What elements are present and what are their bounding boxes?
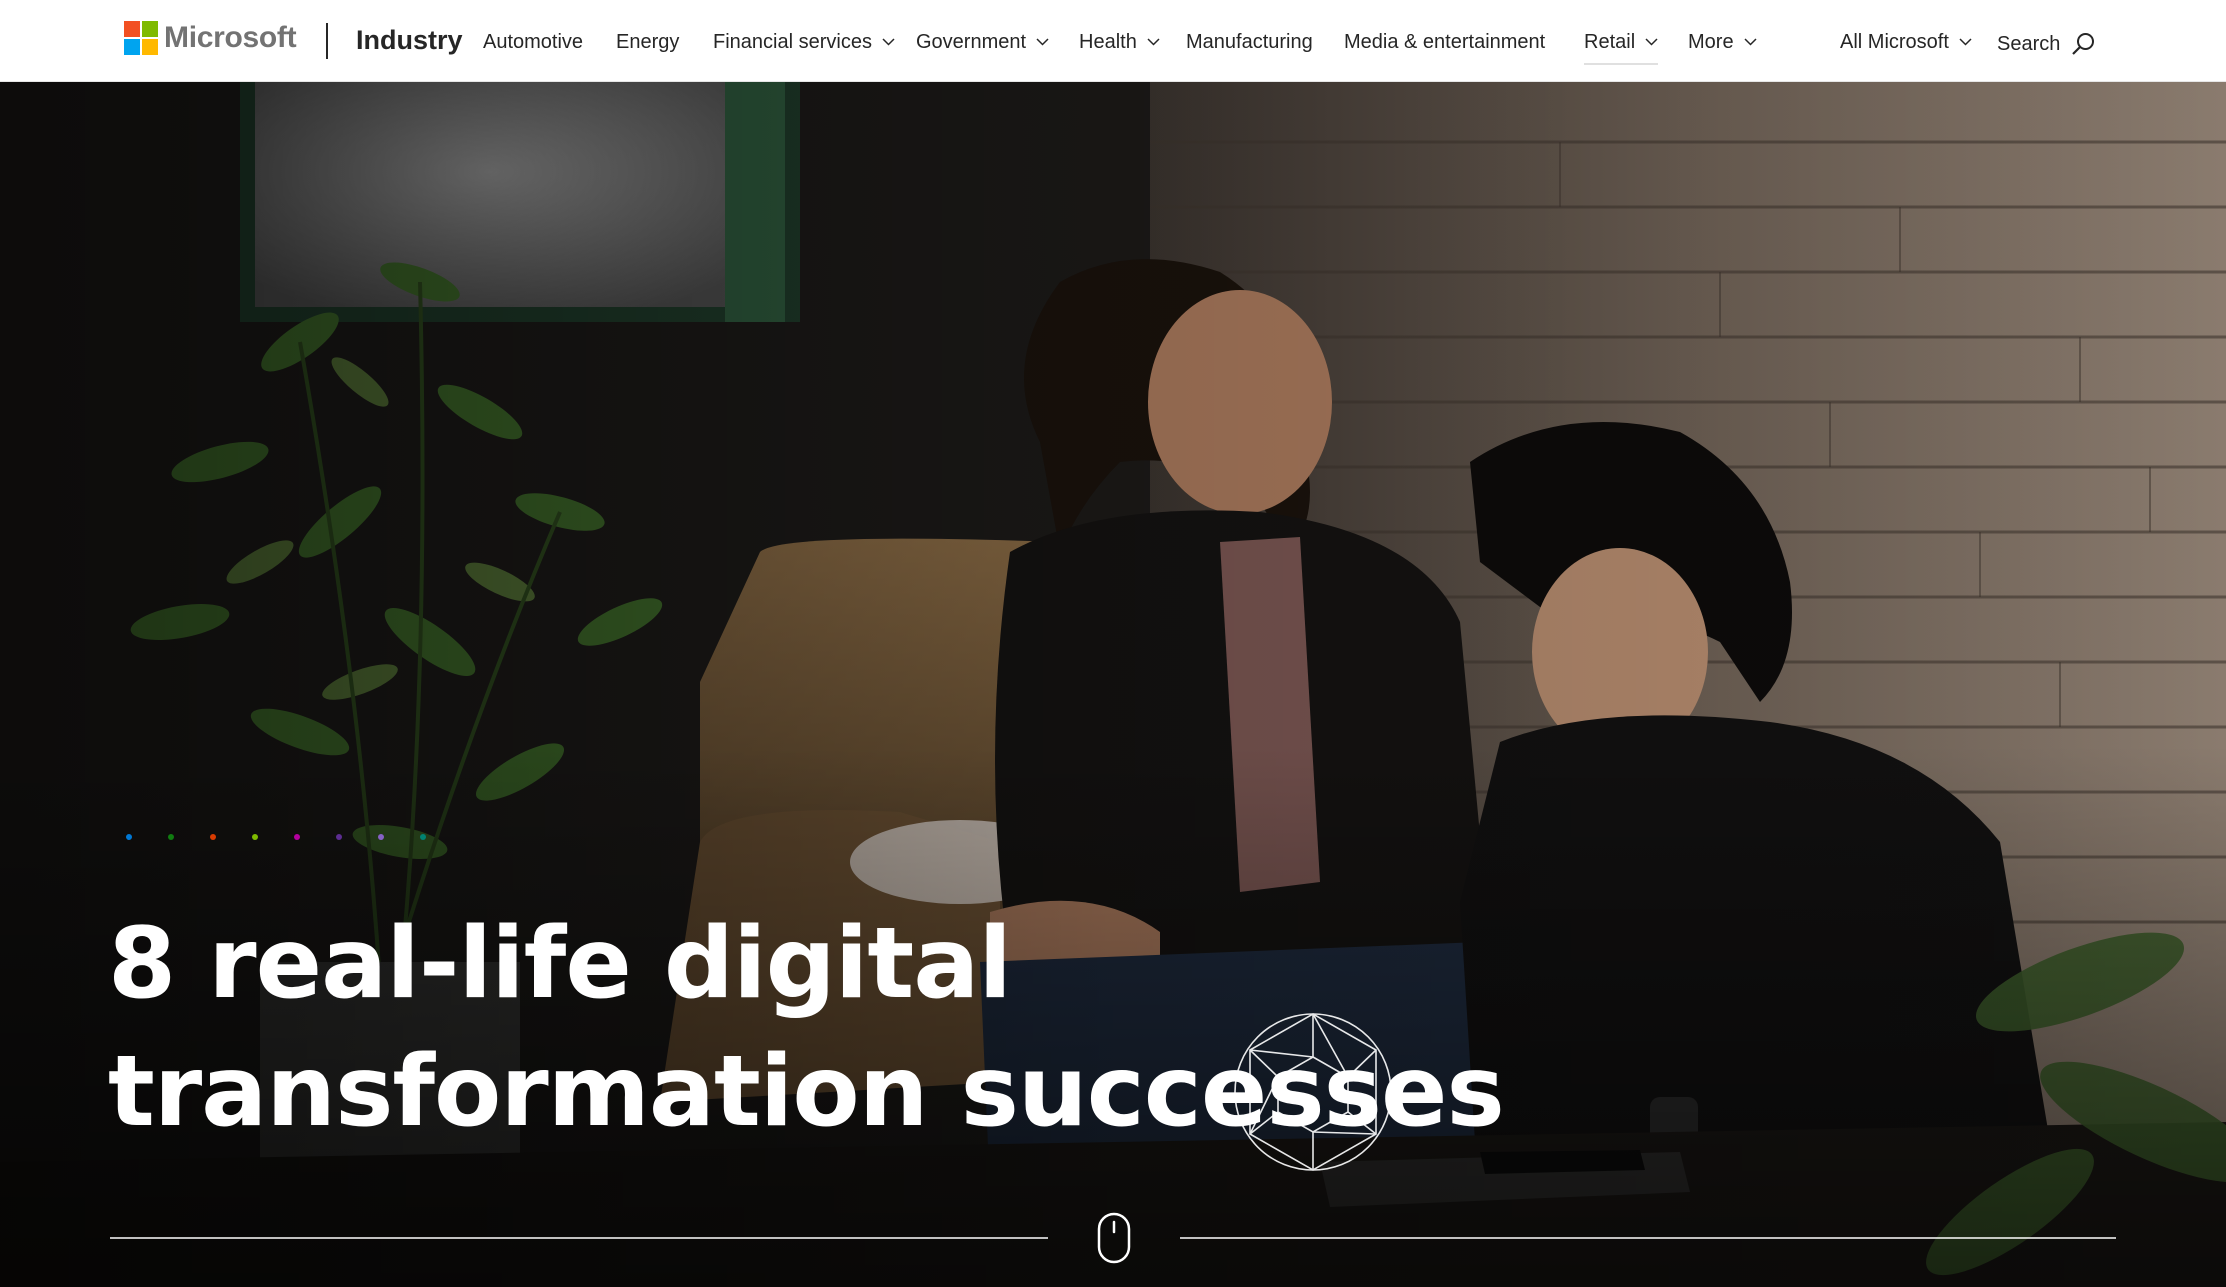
search-label: Search [1997,33,2061,55]
nav-label: Health [1079,31,1137,53]
accent-dots [126,834,426,840]
hero-title-line-2: transformation successes [108,1035,1505,1149]
hero-title: 8 real-life digital transformation succe… [108,900,1508,1156]
chevron-down-icon [1147,38,1160,46]
chevron-down-icon [1959,38,1972,46]
nav-label: More [1688,31,1734,53]
hero-title-line-1: 8 real-life digital [108,907,1012,1021]
nav-item-financial-services[interactable]: Financial services [713,25,895,59]
nav-label: Financial services [713,31,872,53]
nav-item-more[interactable]: More [1688,25,1757,59]
accent-dot [378,834,384,840]
accent-dot [168,834,174,840]
accent-dot [126,834,132,840]
nav-item-government[interactable]: Government [916,25,1049,59]
scroll-divider-right [1180,1237,2116,1239]
nav-label: Retail [1584,31,1636,53]
accent-dot [210,834,216,840]
all-microsoft-label: All Microsoft [1840,31,1949,53]
accent-dot [294,834,300,840]
microsoft-wordmark: Microsoft [164,21,297,54]
site-title[interactable]: Industry [356,21,463,59]
nav-label: Government [916,31,1027,53]
scroll-divider-left [110,1237,1048,1239]
nav-item-health[interactable]: Health [1079,25,1160,59]
nav-item-media-entertainment[interactable]: Media & entertainment [1344,25,1545,59]
search-icon [2072,33,2095,55]
nav-item-automotive[interactable]: Automotive [483,25,583,59]
brand-divider [326,23,328,59]
nav-label: Automotive [483,31,584,53]
nav-label: Energy [616,31,680,53]
nav-item-manufacturing[interactable]: Manufacturing [1186,25,1313,59]
accent-dot [336,834,342,840]
all-microsoft-menu[interactable]: All Microsoft [1840,25,1972,59]
nav-item-energy[interactable]: Energy [616,25,679,59]
accent-dot [252,834,258,840]
chevron-down-icon [1645,38,1658,46]
mouse-scroll-icon [1097,1212,1131,1264]
nav-label: Media & entertainment [1344,31,1546,53]
microsoft-logo[interactable]: Microsoft [124,20,297,56]
hero-banner: 8 real-life digital transformation succe… [0,82,2226,1287]
chevron-down-icon [882,38,895,46]
site-header: Microsoft Industry Automotive Energy Fin… [0,0,2226,82]
nav-label: Manufacturing [1186,31,1313,53]
scroll-down-button[interactable] [1097,1212,1131,1269]
accent-dot [420,834,426,840]
chevron-down-icon [1036,38,1049,46]
chevron-down-icon [1744,38,1757,46]
nav-item-retail[interactable]: Retail [1584,25,1659,65]
microsoft-logo-icon [124,21,158,55]
search-button[interactable]: Search [1997,27,2096,61]
